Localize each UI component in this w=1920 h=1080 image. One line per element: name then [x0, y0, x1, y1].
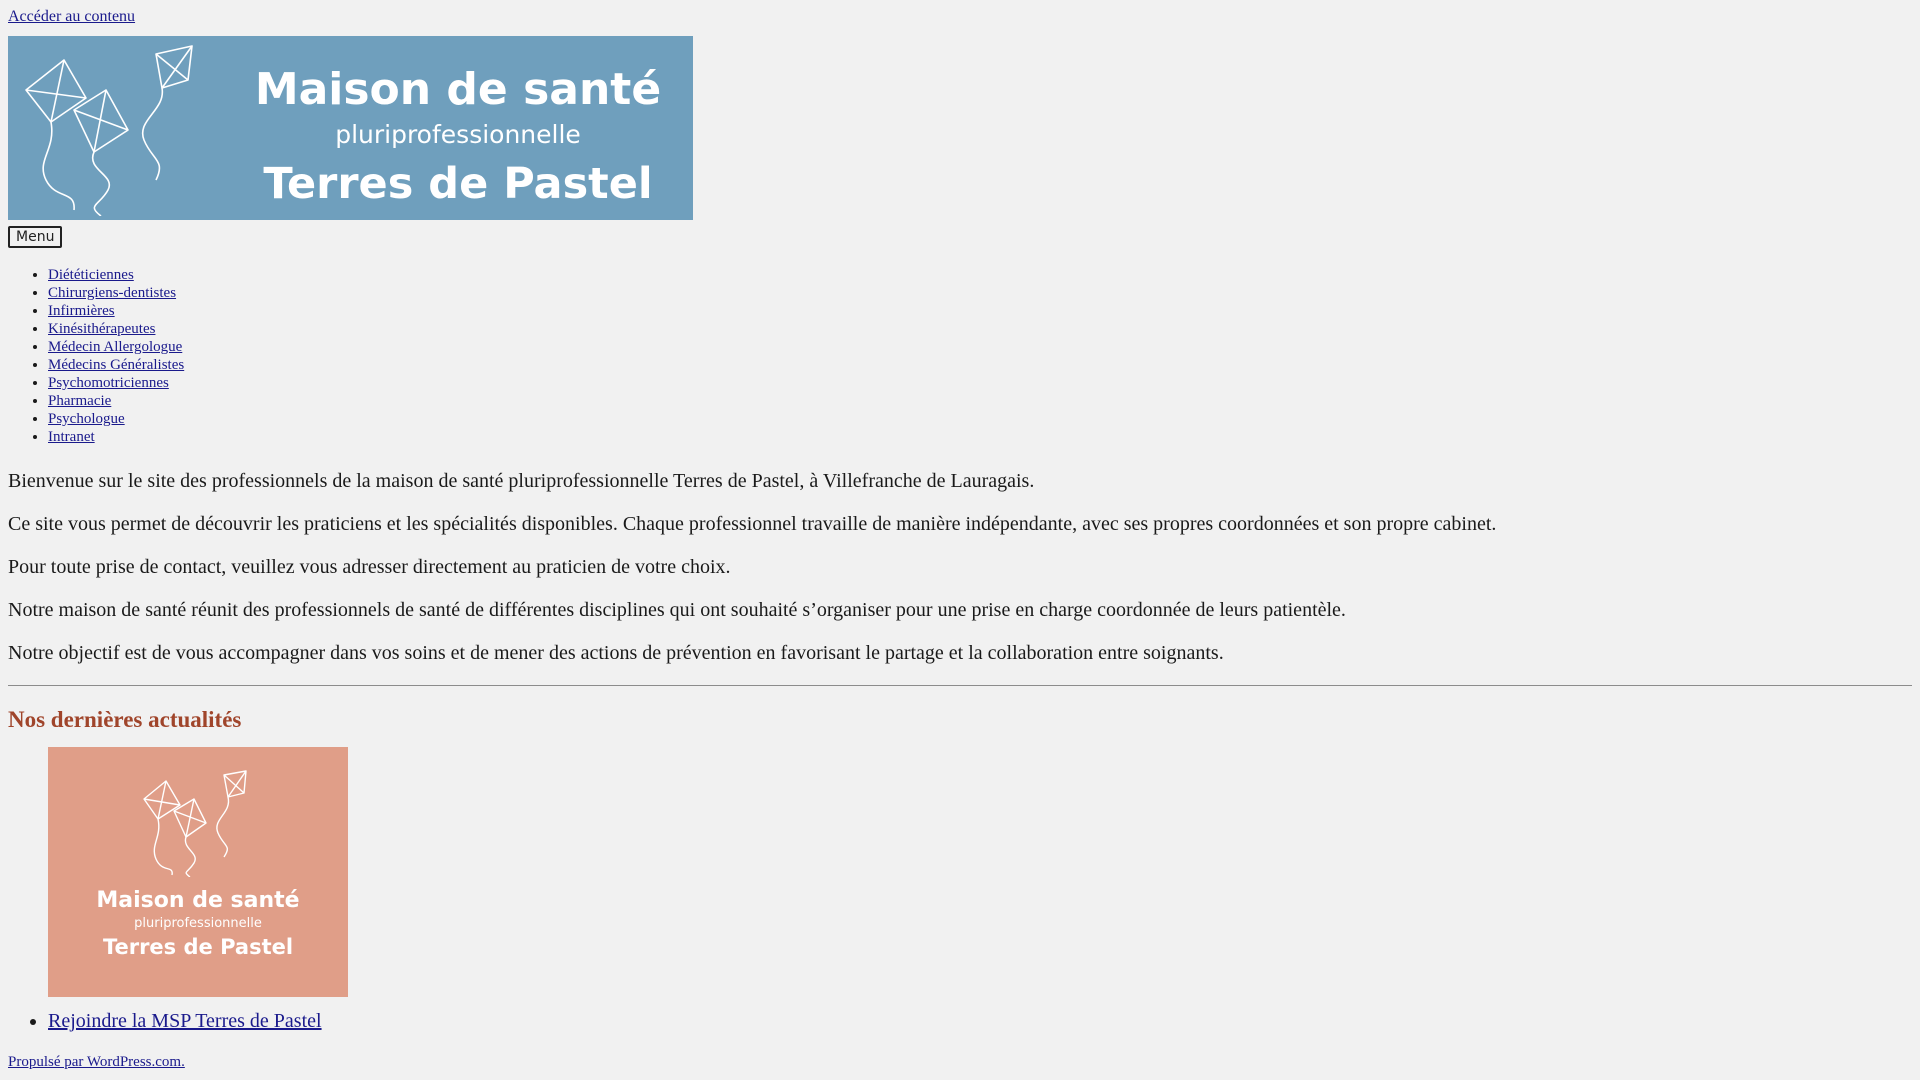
thumbnail-subtitle: pluriprofessionnelle [134, 916, 262, 931]
menu-button[interactable]: Menu [8, 226, 63, 248]
intro-paragraph: Bienvenue sur le site des professionnels… [8, 470, 1035, 492]
nav-item-pharmacie: Pharmacie [48, 392, 1912, 410]
news-thumbnail[interactable]: Maison de santé pluriprofessionnelle Ter… [48, 747, 348, 997]
separator [8, 685, 1912, 686]
site-footer: Propulsé par WordPress.com. [8, 1053, 1912, 1071]
nav-link-psychomotriciennes[interactable]: Psychomotriciennes [48, 375, 169, 391]
nav-item-infirmieres: Infirmières [48, 302, 1912, 320]
logo-title: Maison de santé [254, 64, 662, 115]
nav-item-dieteticiennes: Diététiciennes [48, 266, 1912, 284]
intro-paragraph: Ce site vous permet de découvrir les pra… [8, 513, 1497, 535]
intro-paragraph: Notre objectif est de vous accompagner d… [8, 642, 1224, 664]
news-item: Maison de santé pluriprofessionnelle Ter… [48, 747, 1912, 1033]
nav-item-medecin-allergologue: Médecin Allergologue [48, 338, 1912, 356]
main-content: Bienvenue sur le site des professionnels… [8, 470, 1912, 665]
skip-to-content-link[interactable]: Accéder au contenu [8, 9, 135, 25]
logo-text: Maison de santé pluriprofessionnelle Ter… [248, 64, 668, 212]
nav-link-medecin-allergologue[interactable]: Médecin Allergologue [48, 339, 182, 355]
nav-link-chirurgiens-dentistes[interactable]: Chirurgiens-dentistes [48, 285, 176, 301]
news-list: Maison de santé pluriprofessionnelle Ter… [8, 747, 1912, 1033]
page: Accéder au contenu Maison de santé pluri… [0, 0, 1920, 1071]
nav-item-chirurgiens-dentistes: Chirurgiens-dentistes [48, 284, 1912, 302]
logo-name: Terres de Pastel [263, 159, 653, 209]
nav-link-psychologue[interactable]: Psychologue [48, 411, 125, 427]
nav-link-medecins-generalistes[interactable]: Médecins Généralistes [48, 357, 184, 373]
nav-link-dieteticiennes[interactable]: Diététiciennes [48, 267, 134, 283]
nav-link-pharmacie[interactable]: Pharmacie [48, 393, 111, 409]
kites-illustration-icon [25, 45, 193, 216]
intro-paragraph: Pour toute prise de contact, veuillez vo… [8, 556, 731, 578]
logo-subtitle: pluriprofessionnelle [335, 120, 581, 149]
nav-item-psychologue: Psychologue [48, 410, 1912, 428]
site-logo[interactable]: Maison de santé pluriprofessionnelle Ter… [8, 36, 693, 220]
main-navigation: Diététiciennes Chirurgiens-dentistes Inf… [8, 266, 1912, 446]
thumbnail-text: Maison de santé pluriprofessionnelle Ter… [48, 887, 348, 961]
news-post-link[interactable]: Rejoindre la MSP Terres de Pastel [48, 1009, 322, 1033]
nav-link-infirmieres[interactable]: Infirmières [48, 303, 115, 319]
kites-illustration-icon [143, 770, 247, 877]
thumbnail-title: Maison de santé [96, 888, 300, 913]
nav-item-intranet: Intranet [48, 428, 1912, 446]
nav-link-intranet[interactable]: Intranet [48, 429, 95, 445]
thumbnail-name: Terres de Pastel [102, 935, 294, 959]
nav-item-medecins-generalistes: Médecins Généralistes [48, 356, 1912, 374]
nav-item-kinesitherapeutes: Kinésithérapeutes [48, 320, 1912, 338]
wordpress-credit-link[interactable]: Propulsé par WordPress.com. [8, 1054, 185, 1070]
intro-paragraph: Notre maison de santé réunit des profess… [8, 599, 1346, 621]
nav-link-kinesitherapeutes[interactable]: Kinésithérapeutes [48, 321, 155, 337]
news-heading: Nos dernières actualités [8, 707, 242, 732]
nav-item-psychomotriciennes: Psychomotriciennes [48, 374, 1912, 392]
